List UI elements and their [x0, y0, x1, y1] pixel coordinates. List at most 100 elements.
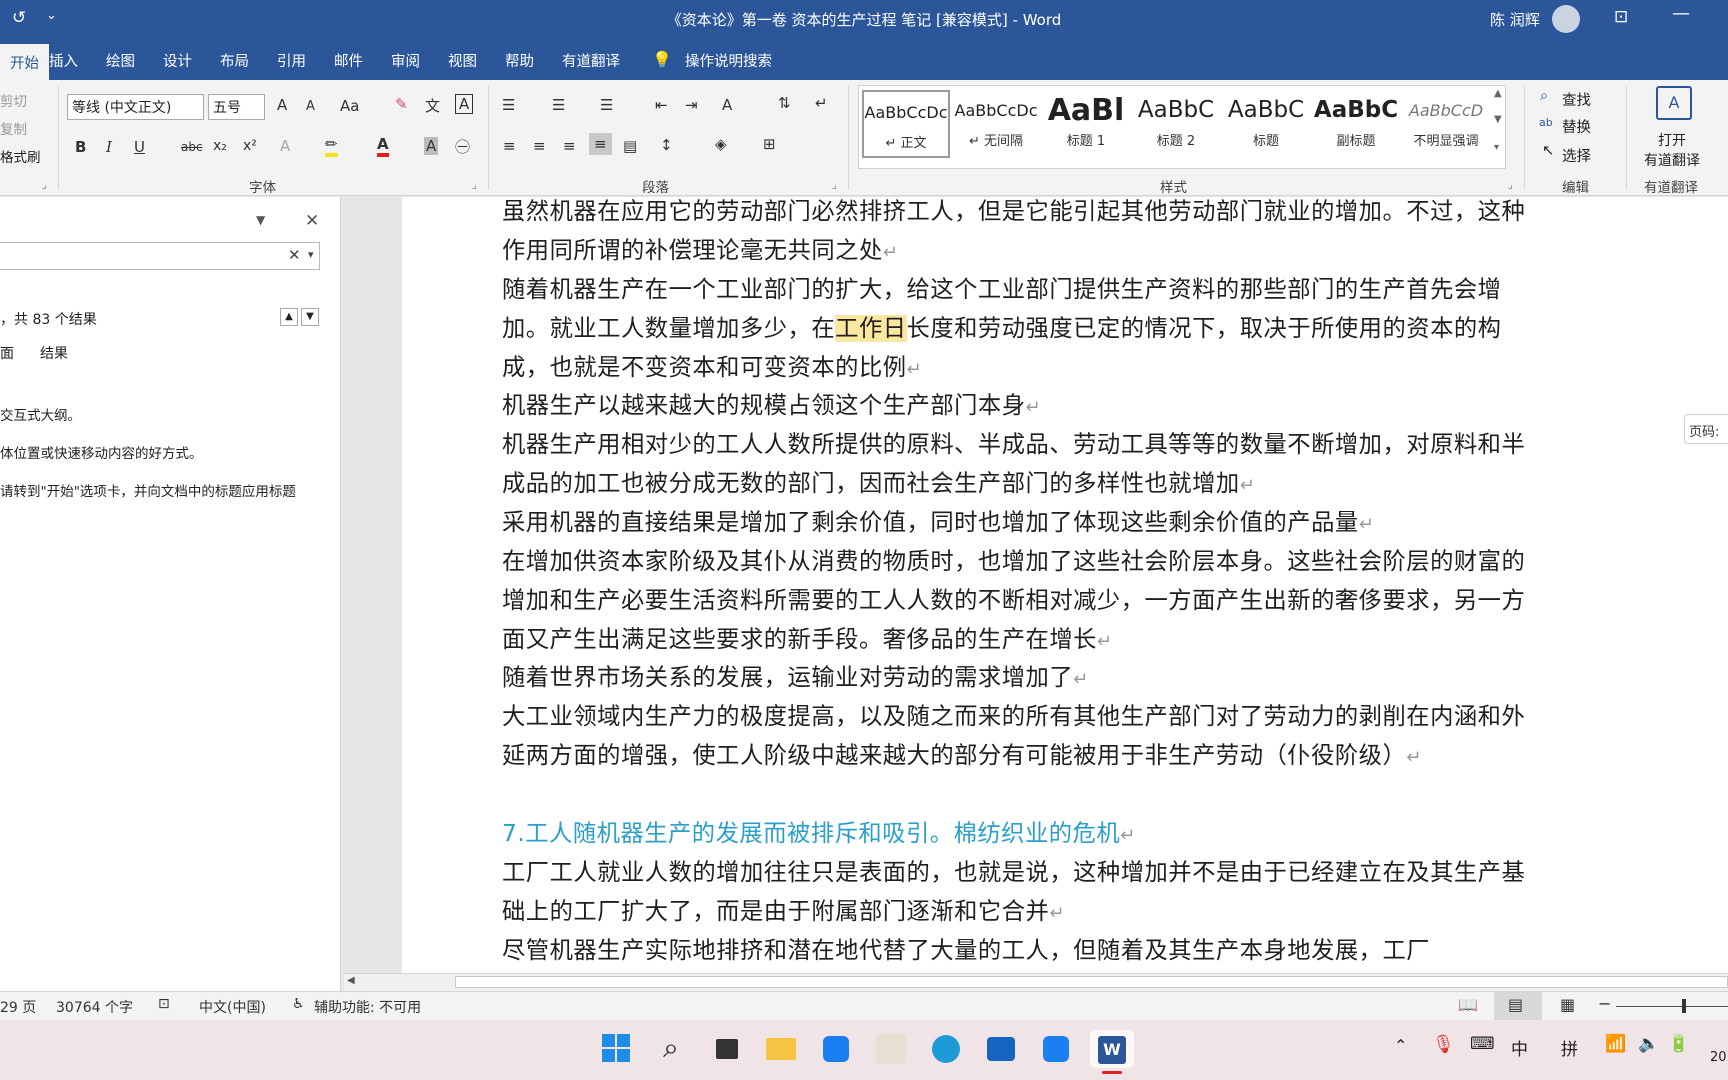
edge-icon[interactable] — [927, 1030, 965, 1068]
task-view-icon[interactable] — [708, 1030, 746, 1068]
minimize-icon[interactable]: — — [1672, 3, 1690, 24]
borders-icon[interactable]: ⊞ — [763, 135, 776, 153]
meeting-icon[interactable] — [982, 1030, 1020, 1068]
tab-youdao[interactable]: 有道翻译 — [562, 50, 620, 71]
youdao-open-label-2[interactable]: 有道翻译 — [1644, 150, 1700, 170]
select-icon[interactable]: ↖ — [1542, 143, 1554, 159]
phonetic-guide-icon[interactable]: 文 — [425, 95, 440, 116]
search-icon[interactable]: ⌕ — [652, 1030, 690, 1068]
align-center-icon[interactable]: ≡ — [533, 137, 546, 155]
style-title[interactable]: AaBbC 标题 — [1222, 90, 1310, 158]
tab-review[interactable]: 审阅 — [391, 50, 420, 71]
superscript-button[interactable]: x² — [243, 138, 257, 154]
tab-references[interactable]: 引用 — [277, 50, 306, 71]
cut-button[interactable]: 剪切 — [0, 90, 27, 110]
increase-indent-icon[interactable]: ⇥ — [685, 96, 698, 114]
find-button[interactable]: 查找 — [1562, 89, 1591, 110]
paragraph[interactable]: 采用机器的直接结果是增加了剩余价值，同时也增加了体现这些剩余价值的产品量↵ — [502, 504, 1542, 545]
proofing-icon[interactable]: ⊡ — [158, 996, 170, 1012]
style-heading-1[interactable]: AaBl 标题 1 — [1042, 90, 1130, 158]
paragraph[interactable]: 虽然机器在应用它的劳动部门必然排挤工人，但是它能引起其他劳动部门就业的增加。不过… — [502, 193, 1542, 273]
tell-me-search[interactable]: 操作说明搜索 — [685, 50, 772, 71]
scroll-left-icon[interactable]: ◀ — [347, 975, 355, 986]
accessibility-status[interactable]: 辅助功能: 不可用 — [314, 997, 421, 1017]
line-spacing-icon[interactable]: ↕ — [660, 136, 673, 154]
avatar[interactable] — [1552, 5, 1580, 33]
tray-expand-icon[interactable]: ⌃ — [1394, 1036, 1407, 1055]
zoom-slider[interactable] — [1616, 1006, 1728, 1007]
align-right-icon[interactable]: ≡ — [563, 137, 576, 155]
select-button[interactable]: 选择 — [1562, 145, 1591, 166]
tab-design[interactable]: 设计 — [163, 50, 192, 71]
style-subtle-emphasis[interactable]: AaBbCcD 不明显强调 — [1402, 90, 1490, 158]
paragraph[interactable]: 大工业领域内生产力的极度提高，以及随之而来的所有其他生产部门对了劳动力的剥削在内… — [502, 698, 1542, 778]
language-status[interactable]: 中文(中国) — [199, 997, 266, 1017]
battery-icon[interactable]: 🔋 — [1668, 1034, 1689, 1054]
search-options-icon[interactable]: ▾ — [308, 248, 314, 261]
shrink-font-button[interactable]: A — [306, 99, 315, 114]
format-painter-button[interactable]: 格式刷 — [0, 146, 41, 166]
keyboard-icon[interactable]: ⌨ — [1470, 1034, 1495, 1054]
paragraph[interactable]: 机器生产以越来越大的规模占领这个生产部门本身↵ — [502, 387, 1542, 428]
ime-mode[interactable]: 中 — [1511, 1035, 1528, 1060]
font-size-dropdown[interactable]: 五号 — [208, 94, 265, 120]
style-no-spacing[interactable]: AaBbCcDc ↵ 无间隔 — [952, 90, 1040, 158]
subscript-button[interactable]: x₂ — [213, 138, 227, 154]
paragraph-launcher-icon[interactable]: ⌟ — [832, 180, 837, 191]
ribbon-display-options-icon[interactable]: ⊡ — [1614, 7, 1628, 27]
strikethrough-button[interactable]: abc — [181, 140, 203, 154]
paragraph[interactable]: 在增加供资本家阶级及其仆从消费的物质时，也增加了这些社会阶层本身。这些社会阶层的… — [502, 543, 1542, 661]
highlight-color-icon[interactable]: ✏ — [325, 135, 338, 157]
next-result-icon[interactable]: ▼ — [301, 308, 319, 326]
translate-icon[interactable]: A — [1656, 86, 1692, 120]
multilevel-list-icon[interactable]: ☰ — [600, 96, 613, 114]
user-name[interactable]: 陈 润辉 — [1490, 9, 1540, 30]
clock[interactable]: 20 — [1710, 1050, 1727, 1065]
youdao-open-label[interactable]: 打开 — [1658, 130, 1686, 150]
start-icon[interactable] — [598, 1030, 636, 1068]
zoom-slider-thumb[interactable] — [1682, 999, 1686, 1013]
ime-pinyin[interactable]: 拼 — [1561, 1035, 1578, 1060]
gallery-more-icon[interactable]: ▾ — [1494, 142, 1499, 153]
style-subtitle[interactable]: AaBbC 副标题 — [1312, 90, 1400, 158]
zoom-out-icon[interactable]: − — [1598, 994, 1611, 1013]
paragraph[interactable]: 尽管机器生产实际地排挤和潜在地代替了大量的工人，但随着及其生产本身地发展，工厂 — [502, 932, 1542, 970]
character-border-icon[interactable]: A — [455, 94, 474, 114]
copy-button[interactable]: 复制 — [0, 118, 27, 138]
close-icon[interactable]: ✕ — [305, 211, 319, 231]
previous-result-icon[interactable]: ▲ — [280, 308, 298, 326]
scrollbar-thumb[interactable] — [455, 976, 1728, 988]
clear-search-icon[interactable]: ✕ — [288, 246, 301, 264]
tab-draw[interactable]: 绘图 — [106, 50, 135, 71]
text-effects-icon[interactable]: A — [280, 137, 290, 155]
style-heading-2[interactable]: AaBbC 标题 2 — [1132, 90, 1220, 158]
bold-button[interactable]: B — [75, 138, 86, 156]
show-marks-icon[interactable]: ↵ — [815, 94, 828, 112]
app-avatar-icon[interactable] — [872, 1030, 910, 1068]
pane-options-icon[interactable]: ▼ — [256, 213, 265, 227]
paragraph[interactable]: 机器生产用相对少的工人人数所提供的原料、半成品、劳动工具等等的数量不断增加，对原… — [502, 426, 1542, 506]
paragraph[interactable]: 随着机器生产在一个工业部门的扩大，给这个工业部门提供生产资料的那些部门的生产首先… — [502, 271, 1542, 389]
accessibility-icon[interactable]: ♿ — [292, 996, 305, 1012]
tab-home[interactable]: 开始 — [0, 44, 49, 80]
style-normal[interactable]: AaBbCcDc ↵ 正文 — [862, 90, 950, 158]
grow-font-button[interactable]: A — [277, 96, 287, 114]
shading-icon[interactable]: ◈ — [715, 135, 727, 153]
gallery-up-icon[interactable]: ▲ — [1494, 88, 1502, 99]
change-case-button[interactable]: Aa — [340, 97, 359, 115]
replace-icon[interactable]: ab — [1539, 116, 1553, 129]
search-icon[interactable]: ⌕ — [1540, 88, 1548, 104]
microphone-icon[interactable]: 🎙 — [1432, 1034, 1455, 1055]
character-shading-icon[interactable]: A — [424, 137, 439, 155]
tab-help[interactable]: 帮助 — [505, 50, 534, 71]
tab-pages[interactable]: 面 — [0, 343, 14, 363]
font-name-dropdown[interactable]: 等线 (中文正文) — [67, 94, 204, 120]
paragraph[interactable]: 工厂工人就业人数的增加往往只是表面的，也就是说，这种增加并不是由于已经建立在及其… — [502, 854, 1542, 934]
tab-layout[interactable]: 布局 — [220, 50, 249, 71]
align-left-icon[interactable]: ≡ — [503, 137, 516, 155]
tab-results[interactable]: 结果 — [40, 343, 68, 363]
feishu-icon[interactable] — [817, 1030, 855, 1068]
replace-button[interactable]: 替换 — [1562, 116, 1591, 137]
word-count[interactable]: 30764 个字 — [56, 997, 133, 1017]
wifi-icon[interactable]: 📶 — [1605, 1034, 1626, 1054]
